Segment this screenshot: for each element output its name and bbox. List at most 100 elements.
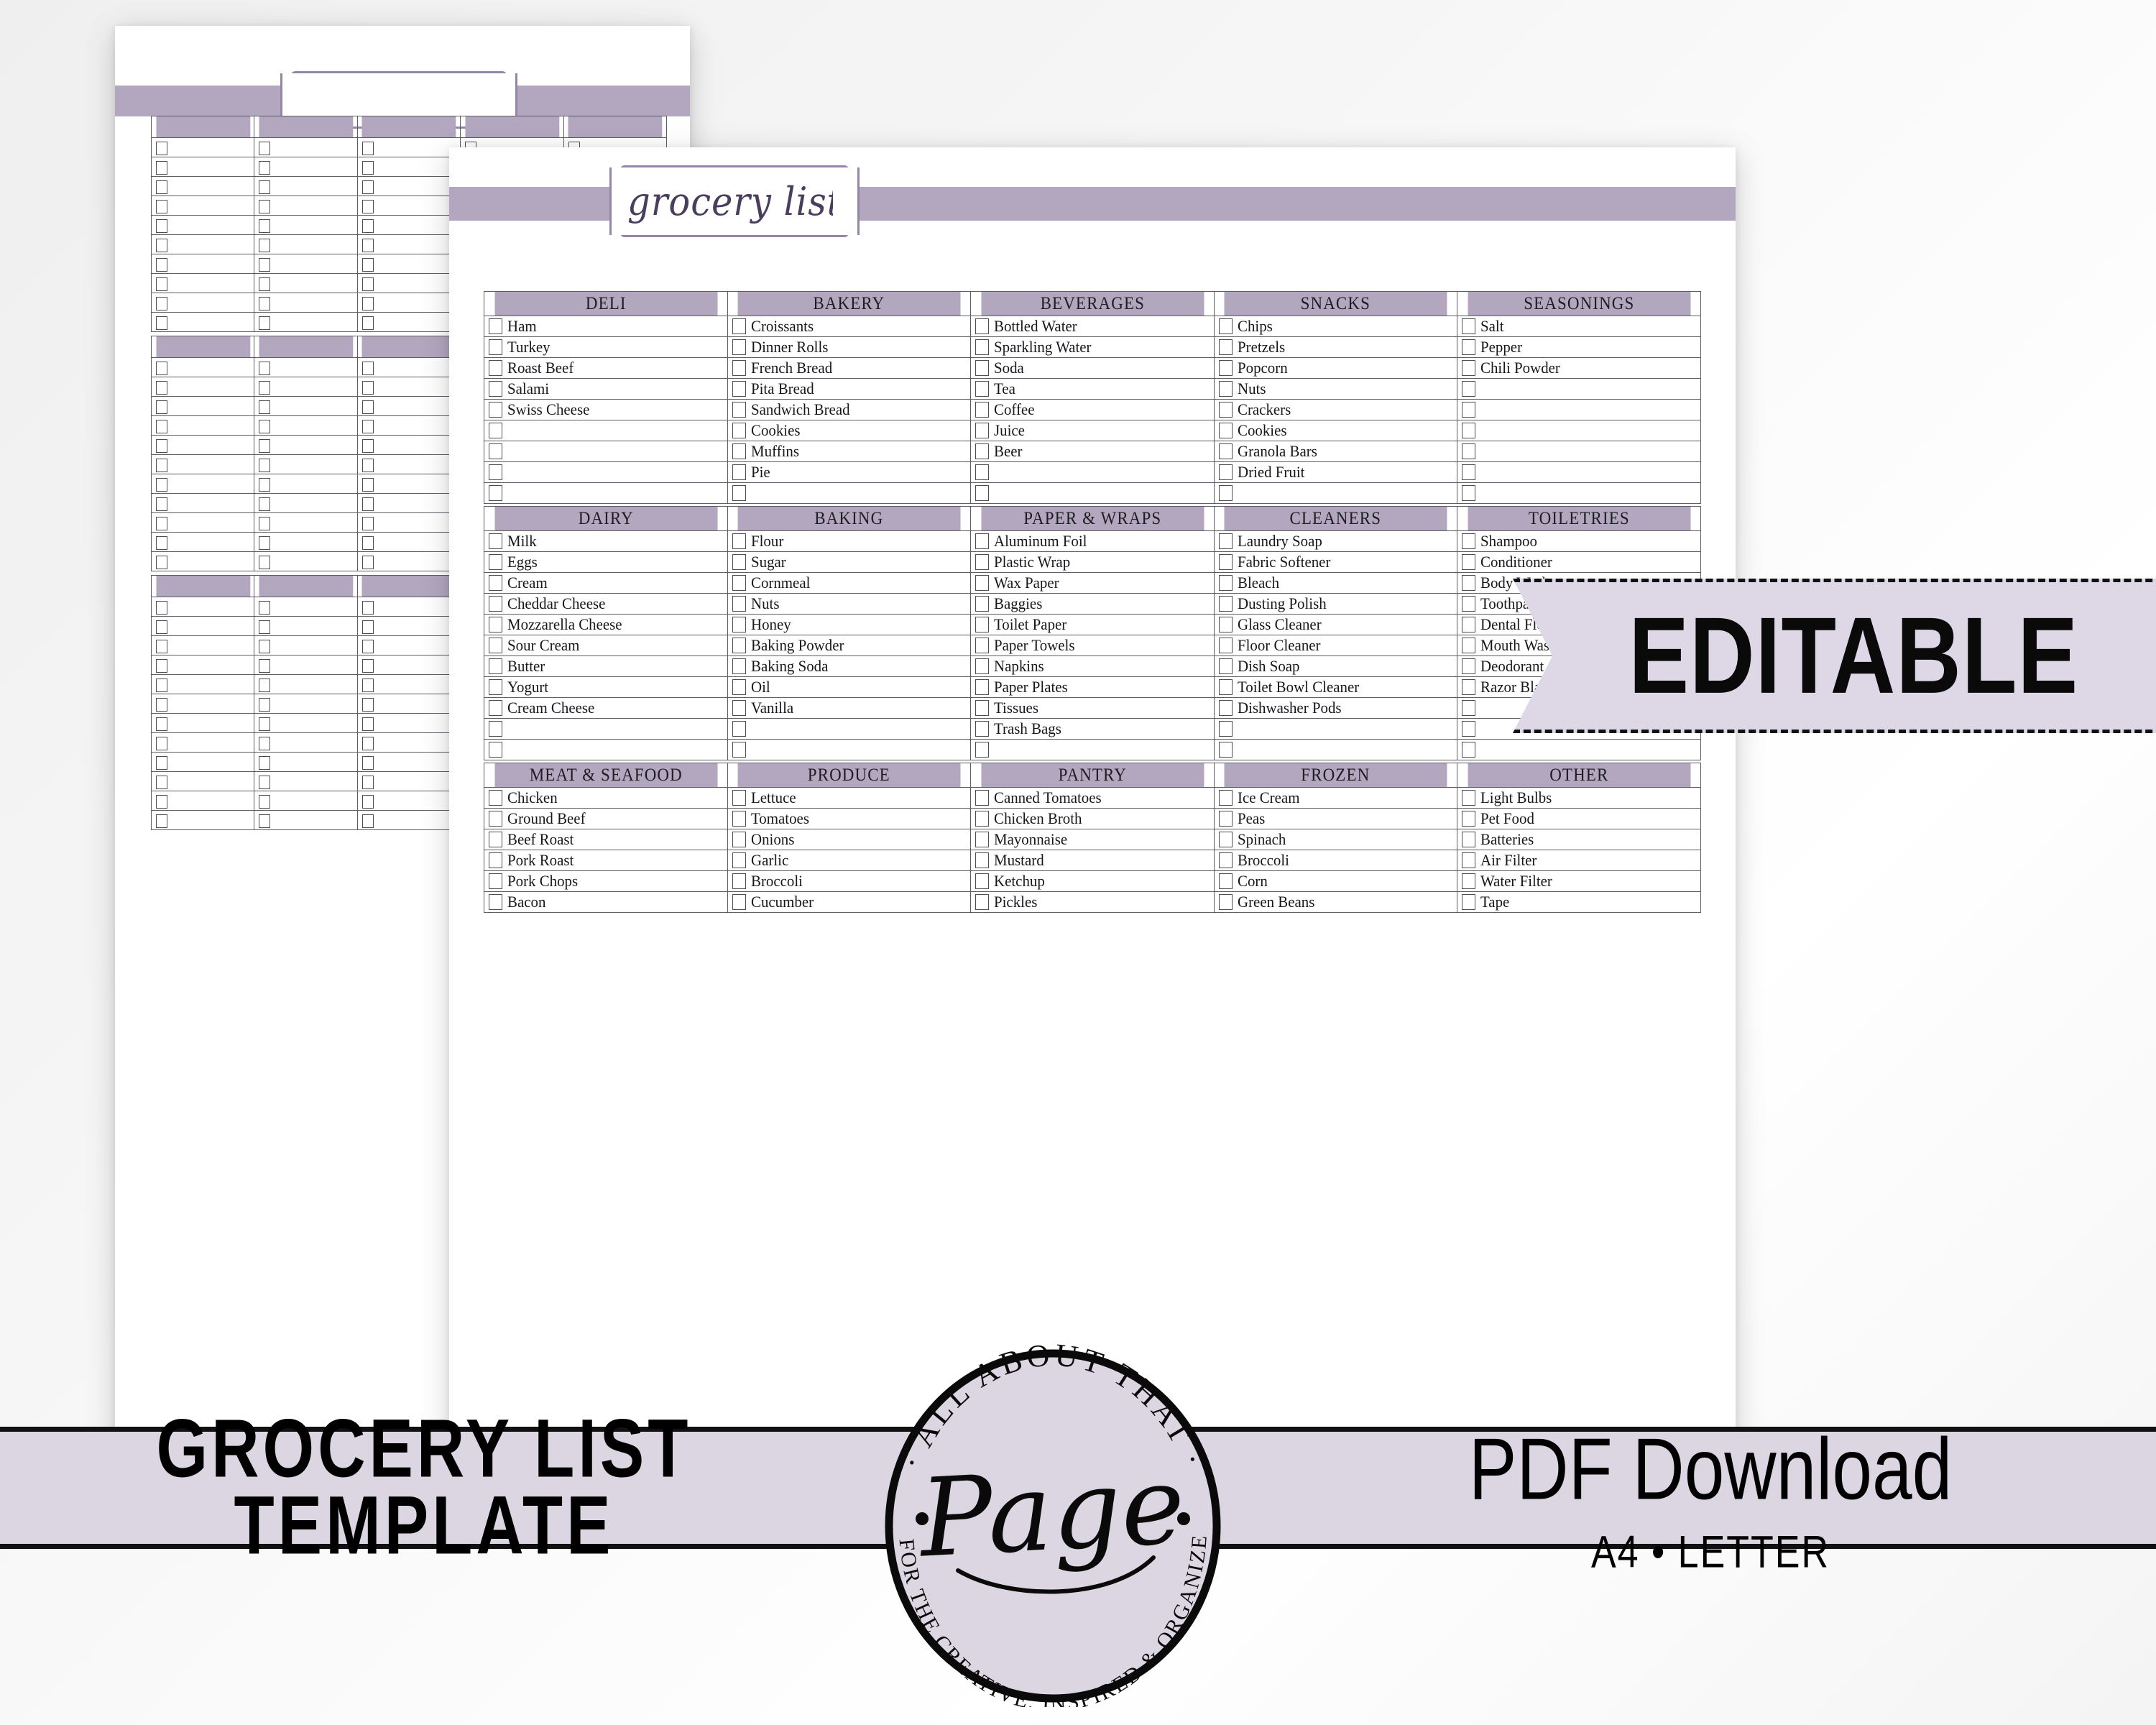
grocery-item-cell[interactable]: Cheddar Cheese xyxy=(484,593,728,615)
checkbox-icon[interactable] xyxy=(259,277,271,291)
checkbox-icon[interactable] xyxy=(156,161,167,175)
grocery-item-cell[interactable]: Chili Powder xyxy=(1457,357,1701,379)
grocery-item-cell[interactable] xyxy=(356,752,461,772)
checkbox-icon[interactable] xyxy=(156,316,167,330)
checkbox-icon[interactable] xyxy=(361,180,374,194)
grocery-item-cell[interactable] xyxy=(150,597,255,617)
checkbox-icon[interactable] xyxy=(361,478,374,492)
checkbox-icon[interactable] xyxy=(361,200,374,213)
checkbox-icon[interactable] xyxy=(732,464,746,480)
checkbox-icon[interactable] xyxy=(975,832,990,847)
grocery-item-cell[interactable] xyxy=(484,461,728,483)
checkbox-icon[interactable] xyxy=(156,517,167,530)
grocery-item-cell[interactable] xyxy=(356,396,461,416)
grocery-item-cell[interactable] xyxy=(254,254,358,274)
grocery-item-cell[interactable] xyxy=(356,176,461,196)
checkbox-icon[interactable] xyxy=(361,142,374,155)
checkbox-icon[interactable] xyxy=(732,575,746,591)
checkbox-icon[interactable] xyxy=(489,485,502,501)
grocery-item-cell[interactable]: Pie xyxy=(727,461,972,483)
grocery-item-cell[interactable]: Bleach xyxy=(1213,572,1458,594)
checkbox-icon[interactable] xyxy=(361,161,374,175)
checkbox-icon[interactable] xyxy=(489,894,502,910)
grocery-item-cell[interactable] xyxy=(1457,482,1701,504)
grocery-item-cell[interactable] xyxy=(1457,420,1701,441)
grocery-item-cell[interactable] xyxy=(356,713,461,733)
checkbox-icon[interactable] xyxy=(1462,721,1476,737)
checkbox-icon[interactable] xyxy=(489,617,502,632)
grocery-item-cell[interactable]: Fabric Softener xyxy=(1213,551,1458,573)
grocery-item-cell[interactable] xyxy=(150,377,255,397)
checkbox-icon[interactable] xyxy=(361,517,374,530)
checkbox-icon[interactable] xyxy=(732,339,746,355)
checkbox-icon[interactable] xyxy=(156,420,167,433)
checkbox-icon[interactable] xyxy=(361,277,374,291)
checkbox-icon[interactable] xyxy=(1218,485,1233,501)
checkbox-icon[interactable] xyxy=(156,239,167,252)
grocery-item-cell[interactable] xyxy=(484,718,728,740)
checkbox-icon[interactable] xyxy=(259,756,271,770)
checkbox-icon[interactable] xyxy=(361,620,374,634)
grocery-item-cell[interactable] xyxy=(484,420,728,441)
checkbox-icon[interactable] xyxy=(1462,339,1476,355)
checkbox-icon[interactable] xyxy=(975,894,990,910)
checkbox-icon[interactable] xyxy=(975,485,990,501)
checkbox-icon[interactable] xyxy=(1462,464,1476,480)
grocery-item-cell[interactable]: Pita Bread xyxy=(727,378,972,400)
grocery-item-cell[interactable]: Beer xyxy=(970,441,1215,462)
grocery-item-cell[interactable]: Mustard xyxy=(970,850,1215,871)
checkbox-icon[interactable] xyxy=(1462,423,1476,438)
checkbox-icon[interactable] xyxy=(975,443,990,459)
checkbox-icon[interactable] xyxy=(259,381,271,395)
grocery-item-cell[interactable]: Ham xyxy=(484,316,728,337)
grocery-item-cell[interactable]: Dinner Rolls xyxy=(727,336,972,358)
grocery-item-cell[interactable] xyxy=(254,616,358,636)
grocery-item-cell[interactable] xyxy=(356,454,461,474)
grocery-item-cell[interactable] xyxy=(356,273,461,293)
grocery-item-cell[interactable]: Aluminum Foil xyxy=(970,530,1215,552)
checkbox-icon[interactable] xyxy=(489,638,502,653)
checkbox-icon[interactable] xyxy=(259,420,271,433)
grocery-item-cell[interactable] xyxy=(150,176,255,196)
checkbox-icon[interactable] xyxy=(1462,832,1476,847)
checkbox-icon[interactable] xyxy=(259,556,271,569)
grocery-item-cell[interactable] xyxy=(356,415,461,436)
checkbox-icon[interactable] xyxy=(975,811,990,827)
checkbox-icon[interactable] xyxy=(1462,554,1476,570)
grocery-item-cell[interactable] xyxy=(254,215,358,235)
checkbox-icon[interactable] xyxy=(732,721,746,737)
checkbox-icon[interactable] xyxy=(259,200,271,213)
checkbox-icon[interactable] xyxy=(156,678,167,692)
checkbox-icon[interactable] xyxy=(1462,360,1476,376)
checkbox-icon[interactable] xyxy=(259,601,271,615)
grocery-item-cell[interactable]: Wax Paper xyxy=(970,572,1215,594)
grocery-item-cell[interactable] xyxy=(1213,739,1458,760)
grocery-item-cell[interactable]: Pretzels xyxy=(1213,336,1458,358)
grocery-item-cell[interactable] xyxy=(727,718,972,740)
checkbox-icon[interactable] xyxy=(975,617,990,632)
checkbox-icon[interactable] xyxy=(156,297,167,310)
checkbox-icon[interactable] xyxy=(975,360,990,376)
grocery-item-cell[interactable] xyxy=(356,312,461,332)
grocery-item-cell[interactable] xyxy=(150,532,255,552)
grocery-item-cell[interactable] xyxy=(254,713,358,733)
checkbox-icon[interactable] xyxy=(975,658,990,674)
checkbox-icon[interactable] xyxy=(1218,811,1233,827)
checkbox-icon[interactable] xyxy=(361,698,374,712)
grocery-item-cell[interactable] xyxy=(356,137,461,157)
grocery-item-cell[interactable] xyxy=(356,655,461,675)
grocery-item-cell[interactable] xyxy=(254,176,358,196)
grocery-item-cell[interactable] xyxy=(254,474,358,494)
grocery-item-cell[interactable] xyxy=(254,293,358,313)
checkbox-icon[interactable] xyxy=(489,658,502,674)
grocery-item-cell[interactable]: Conditioner xyxy=(1457,551,1701,573)
checkbox-icon[interactable] xyxy=(156,142,167,155)
grocery-item-cell[interactable] xyxy=(150,293,255,313)
grocery-item-cell[interactable] xyxy=(254,732,358,753)
checkbox-icon[interactable] xyxy=(975,873,990,889)
checkbox-icon[interactable] xyxy=(361,814,374,828)
checkbox-icon[interactable] xyxy=(1218,423,1233,438)
checkbox-icon[interactable] xyxy=(259,142,271,155)
grocery-item-cell[interactable] xyxy=(150,512,255,533)
grocery-item-cell[interactable]: Broccoli xyxy=(1213,850,1458,871)
